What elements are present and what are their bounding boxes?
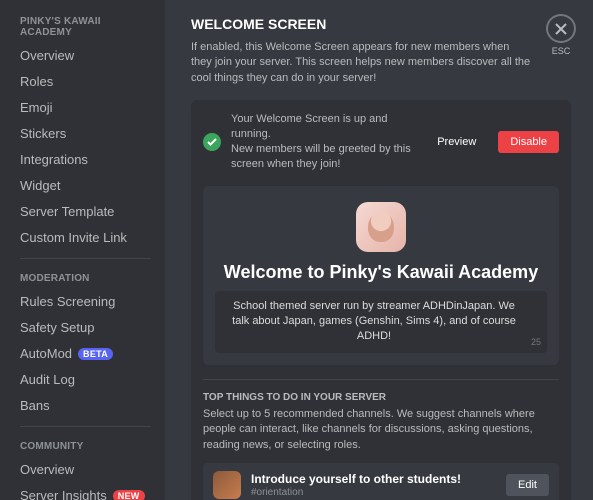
sidebar-item-integrations[interactable]: Integrations: [12, 147, 159, 172]
page-description: If enabled, this Welcome Screen appears …: [191, 40, 531, 86]
welcome-preview-card: Welcome to Pinky's Kawaii Academy School…: [203, 186, 559, 365]
close-button[interactable]: ESC: [545, 14, 577, 56]
server-name: Pinky's Kawaii Academy: [329, 262, 538, 282]
sidebar-item-stickers[interactable]: Stickers: [12, 121, 159, 146]
channel-emoji-icon: [213, 471, 241, 499]
section-header: TOP THINGS TO DO IN YOUR SERVER: [203, 392, 559, 403]
server-icon[interactable]: [356, 202, 406, 252]
sidebar-group-server: PINKY'S KAWAII ACADEMY: [12, 10, 159, 42]
sidebar-item-roles[interactable]: Roles: [12, 69, 159, 94]
sidebar-item-server-template[interactable]: Server Template: [12, 199, 159, 224]
beta-badge: BETA: [78, 348, 113, 360]
main-content: ESC WELCOME SCREEN If enabled, this Welc…: [165, 0, 593, 500]
channel-row: Introduce yourself to other students! #o…: [203, 463, 559, 500]
check-icon: [203, 133, 221, 151]
welcome-panel: Your Welcome Screen is up and running. N…: [191, 100, 571, 500]
close-icon: [546, 14, 576, 43]
sidebar-item-rules-screening[interactable]: Rules Screening: [12, 289, 159, 314]
preview-button[interactable]: Preview: [425, 131, 488, 153]
sidebar-group-community: COMMUNITY: [12, 435, 159, 456]
channel-title: Introduce yourself to other students!: [251, 472, 496, 488]
sidebar-item-audit-log[interactable]: Audit Log: [12, 367, 159, 392]
sidebar-item-custom-invite[interactable]: Custom Invite Link: [12, 225, 159, 250]
sidebar-item-server-insights[interactable]: Server InsightsNEW: [12, 483, 159, 500]
sidebar-group-moderation: MODERATION: [12, 267, 159, 288]
edit-channel-button[interactable]: Edit: [506, 474, 549, 496]
sidebar-item-automod[interactable]: AutoModBETA: [12, 341, 159, 366]
sidebar-item-overview[interactable]: Overview: [12, 43, 159, 68]
sidebar-divider: [20, 426, 151, 427]
settings-sidebar: PINKY'S KAWAII ACADEMY Overview Roles Em…: [0, 0, 165, 500]
sidebar-item-emoji[interactable]: Emoji: [12, 95, 159, 120]
welcome-title: Welcome to Pinky's Kawaii Academy: [215, 262, 547, 283]
status-text: Your Welcome Screen is up and running. N…: [231, 112, 415, 171]
sidebar-item-community-overview[interactable]: Overview: [12, 457, 159, 482]
sidebar-divider: [20, 258, 151, 259]
sidebar-item-widget[interactable]: Widget: [12, 173, 159, 198]
server-description-input[interactable]: School themed server run by streamer ADH…: [215, 291, 547, 353]
section-divider: [203, 379, 559, 380]
char-count: 25: [531, 336, 541, 349]
new-badge: NEW: [113, 490, 145, 500]
disable-button[interactable]: Disable: [498, 131, 559, 153]
sidebar-item-safety-setup[interactable]: Safety Setup: [12, 315, 159, 340]
sidebar-item-bans[interactable]: Bans: [12, 393, 159, 418]
close-label: ESC: [552, 46, 571, 56]
channel-name: #orientation: [251, 487, 496, 498]
section-description: Select up to 5 recommended channels. We …: [203, 407, 559, 453]
page-title: WELCOME SCREEN: [191, 16, 571, 32]
status-row: Your Welcome Screen is up and running. N…: [203, 112, 559, 171]
